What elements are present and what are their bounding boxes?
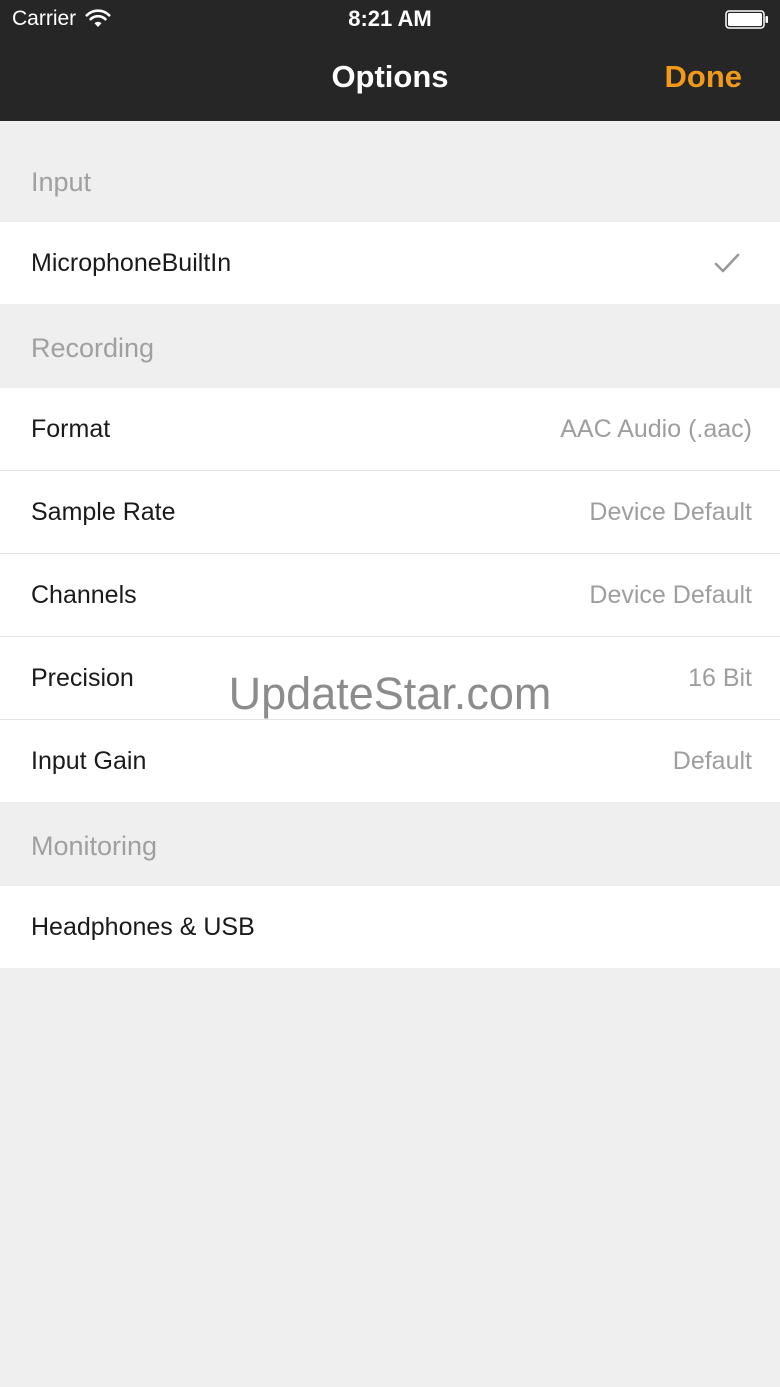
top-bar: Carrier 8:21 AM Options Done (0, 0, 780, 121)
list-item-sample-rate[interactable]: Sample Rate Device Default (0, 470, 780, 553)
options-list: Input MicrophoneBuiltIn Recording Format… (0, 121, 780, 968)
row-value: 16 Bit (688, 664, 752, 692)
row-label: Input Gain (31, 747, 147, 775)
list-item-channels[interactable]: Channels Device Default (0, 553, 780, 636)
section-header-input: Input (0, 121, 780, 222)
clock: 8:21 AM (348, 6, 432, 31)
list-item-microphone[interactable]: MicrophoneBuiltIn (0, 222, 780, 304)
list-item-format[interactable]: Format AAC Audio (.aac) (0, 388, 780, 470)
section-header-label: Recording (31, 333, 155, 363)
status-bar: Carrier 8:21 AM (0, 0, 780, 40)
done-button[interactable]: Done (665, 59, 743, 95)
row-label: Precision (31, 664, 134, 692)
list-item-precision[interactable]: Precision 16 Bit (0, 636, 780, 719)
section-header-label: Input (31, 167, 92, 197)
page-title: Options (331, 59, 449, 94)
row-value: Device Default (589, 498, 752, 526)
section-header-monitoring: Monitoring (0, 802, 780, 886)
section-header-recording: Recording (0, 304, 780, 388)
row-label: Headphones & USB (31, 913, 255, 941)
section-header-label: Monitoring (31, 831, 158, 861)
row-label: Format (31, 415, 111, 443)
list-item-input-gain[interactable]: Input Gain Default (0, 719, 780, 802)
row-label: MicrophoneBuiltIn (31, 249, 232, 277)
list-item-headphones-usb[interactable]: Headphones & USB (0, 886, 780, 968)
navigation-bar: Options Done (0, 40, 780, 121)
battery-icon (725, 10, 768, 29)
row-value: AAC Audio (.aac) (560, 415, 752, 443)
checkmark-icon (714, 253, 740, 273)
row-value: Default (672, 747, 752, 775)
row-value: Device Default (589, 581, 752, 609)
row-label: Sample Rate (31, 498, 176, 526)
row-label: Channels (31, 581, 137, 609)
